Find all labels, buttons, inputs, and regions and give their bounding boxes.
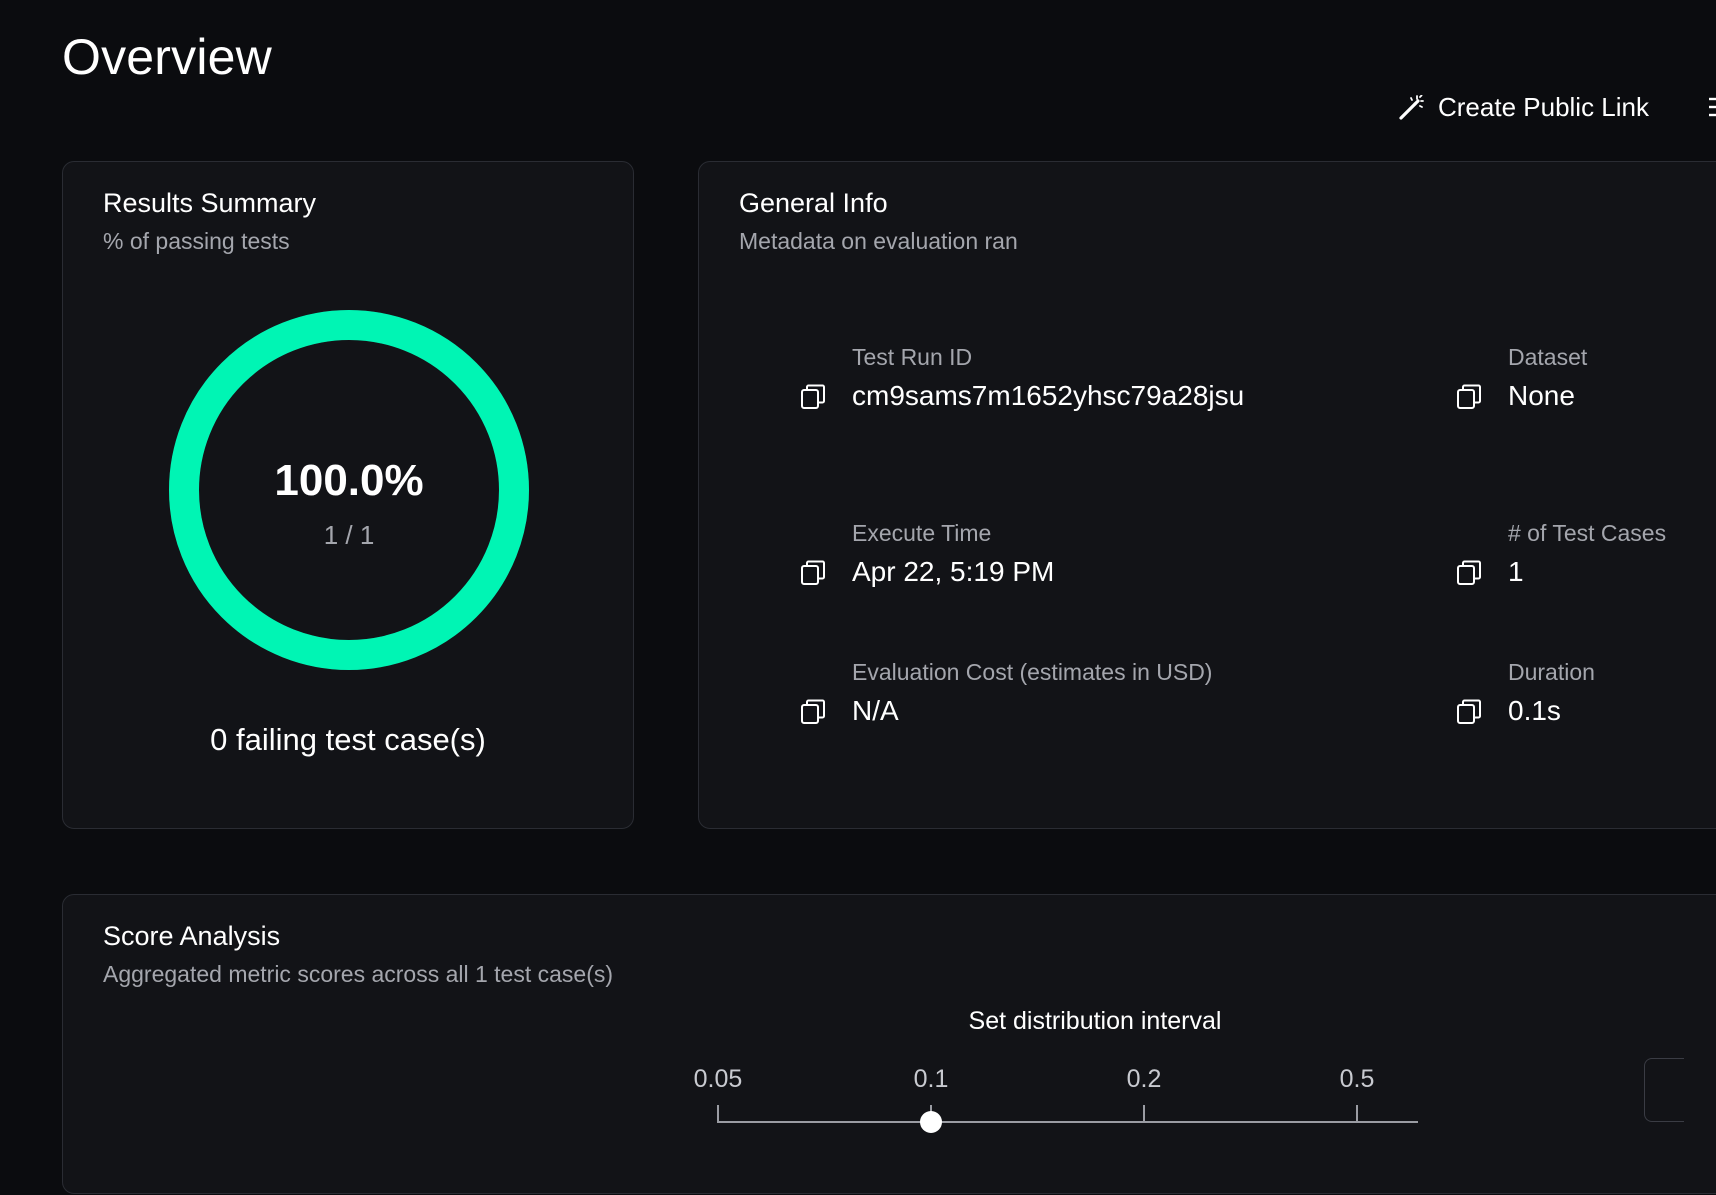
copy-icon[interactable] (800, 699, 826, 725)
info-label: Execute Time (852, 520, 992, 546)
create-public-link-label: Create Public Link (1438, 92, 1649, 122)
info-value: N/A (852, 695, 899, 726)
info-label: # of Test Cases (1508, 520, 1667, 546)
copy-icon[interactable] (800, 384, 826, 410)
general-info-title: General Info (739, 188, 888, 218)
pass-rate-fraction: 1 / 1 (323, 520, 375, 550)
more-icon[interactable] (1705, 96, 1716, 118)
info-label: Evaluation Cost (estimates in USD) (852, 659, 1213, 685)
results-summary-title: Results Summary (103, 188, 317, 218)
interval-slider-title: Set distribution interval (968, 1007, 1222, 1035)
score-analysis-title: Score Analysis (103, 921, 281, 951)
interval-option-label: 0.1 (913, 1065, 949, 1093)
slider-tick (1356, 1105, 1358, 1123)
slider-tick (717, 1105, 719, 1123)
slider-track[interactable] (717, 1121, 1418, 1123)
info-label: Duration (1508, 659, 1595, 685)
copy-icon[interactable] (800, 560, 826, 586)
info-value: 1 (1508, 556, 1524, 587)
interval-option-label: 0.2 (1126, 1065, 1162, 1093)
interval-slider: 0.05 0.1 0.2 0.5 (63, 895, 1716, 1195)
info-label: Dataset (1508, 344, 1588, 370)
info-value: 0.1s (1508, 695, 1561, 726)
copy-icon[interactable] (1456, 560, 1482, 586)
score-analysis-card: Score Analysis Aggregated metric scores … (62, 894, 1716, 1194)
slider-tick (1143, 1105, 1145, 1123)
info-value: Apr 22, 5:19 PM (852, 556, 1055, 587)
pass-rate-donut: 100.0% 1 / 1 (167, 308, 531, 672)
interval-option-label: 0.5 (1339, 1065, 1375, 1093)
slider-thumb[interactable] (920, 1111, 942, 1133)
general-info-subtitle: Metadata on evaluation ran (739, 228, 1018, 254)
magic-wand-icon (1398, 94, 1424, 121)
interval-option-label: 0.05 (693, 1065, 743, 1093)
info-label: Test Run ID (852, 344, 973, 370)
info-value: cm9sams7m1652yhsc79a28jsu (852, 380, 1245, 411)
info-value: None (1508, 380, 1575, 411)
copy-icon[interactable] (1456, 384, 1482, 410)
page-title: Overview (62, 29, 272, 85)
general-info-card: General Info Metadata on evaluation ran … (698, 161, 1716, 829)
results-summary-subtitle: % of passing tests (103, 228, 290, 254)
create-public-link-button[interactable]: Create Public Link (1398, 92, 1649, 123)
side-panel-toggle[interactable] (1644, 1058, 1684, 1122)
failing-test-count: 0 failing test case(s) (210, 722, 486, 757)
copy-icon[interactable] (1456, 699, 1482, 725)
pass-rate-percent: 100.0% (274, 456, 424, 505)
score-analysis-subtitle: Aggregated metric scores across all 1 te… (103, 961, 614, 987)
results-summary-card: Results Summary % of passing tests 100.0… (62, 161, 634, 829)
